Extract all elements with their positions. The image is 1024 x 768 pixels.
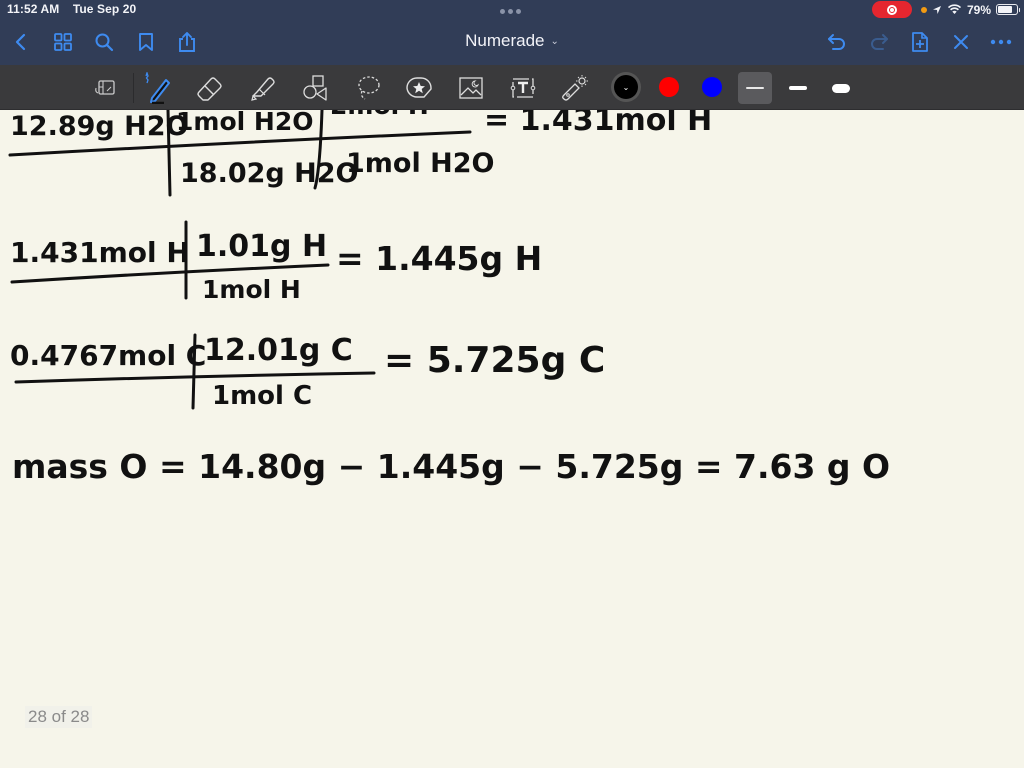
back-button[interactable] bbox=[8, 29, 34, 55]
wifi-icon bbox=[947, 4, 962, 14]
stroke-width-thin[interactable] bbox=[738, 72, 772, 104]
page-indicator: 28 of 28 bbox=[25, 706, 93, 728]
sticker-icon bbox=[406, 77, 432, 98]
text-box-icon bbox=[510, 78, 536, 98]
title-text: Numerade bbox=[465, 31, 545, 50]
toolbar-divider bbox=[133, 73, 134, 103]
handwritten-text: 0.4767mol C bbox=[10, 339, 206, 372]
share-icon bbox=[179, 32, 195, 52]
close-icon bbox=[954, 35, 968, 49]
stroke-width-medium[interactable] bbox=[781, 72, 815, 104]
laser-pointer-icon bbox=[562, 75, 588, 101]
image-icon bbox=[459, 77, 483, 99]
handwritten-text: 18.02g H2O bbox=[180, 158, 358, 189]
add-page-button[interactable] bbox=[907, 29, 933, 55]
handwritten-text: 2mol H bbox=[330, 110, 429, 120]
handwriting-layer: 12.89g H2O 1mol H2O 2mol H 18.02g H2O 1m… bbox=[8, 110, 890, 486]
image-tool[interactable] bbox=[454, 71, 488, 105]
location-arrow-icon bbox=[932, 5, 941, 14]
handwritten-text: 1.431mol H bbox=[10, 236, 190, 269]
highlighter-icon bbox=[251, 77, 275, 101]
redo-icon bbox=[871, 34, 888, 50]
handwritten-text: 12.89g H2O bbox=[10, 111, 188, 142]
date: Tue Sep 20 bbox=[72, 2, 137, 16]
handwritten-text: 12.01g C bbox=[204, 333, 353, 368]
screen-record-icon[interactable] bbox=[871, 1, 912, 18]
eraser-tool[interactable] bbox=[193, 71, 227, 105]
color-swatch-blue[interactable] bbox=[702, 77, 722, 97]
shapes-tool[interactable] bbox=[298, 71, 332, 105]
pen-tool[interactable] bbox=[140, 71, 174, 105]
multitasking-handle[interactable] bbox=[500, 9, 521, 14]
status-indicators: 79% bbox=[871, 1, 1020, 18]
handwritten-text: = 5.725g C bbox=[384, 340, 605, 381]
battery-icon bbox=[996, 4, 1020, 15]
battery-percent: 79% bbox=[966, 2, 991, 17]
handwritten-text: 1mol H2O bbox=[346, 148, 494, 179]
add-page-icon bbox=[912, 32, 928, 52]
read-mode-button[interactable] bbox=[88, 71, 122, 105]
text-box-tool[interactable] bbox=[506, 71, 540, 105]
pen-icon bbox=[145, 72, 170, 104]
shapes-icon bbox=[303, 75, 327, 101]
share-button[interactable] bbox=[174, 29, 200, 55]
drawing-toolbar: ⌄ bbox=[0, 65, 1024, 110]
chevron-down-icon: ⌄ bbox=[550, 36, 559, 47]
status-time: 11:52 AM Tue Sep 20 bbox=[7, 2, 146, 16]
location-dot-icon bbox=[920, 6, 927, 13]
sticker-tool[interactable] bbox=[402, 71, 436, 105]
bookmark-button[interactable] bbox=[133, 29, 159, 55]
stroke-width-thick[interactable] bbox=[824, 72, 858, 104]
color-swatch-red[interactable] bbox=[659, 77, 679, 97]
note-canvas[interactable]: 12.89g H2O 1mol H2O 2mol H 18.02g H2O 1m… bbox=[0, 110, 1024, 768]
clock: 11:52 AM bbox=[7, 2, 60, 16]
search-icon bbox=[95, 33, 114, 52]
chevron-down-icon: ⌄ bbox=[622, 82, 630, 92]
back-icon bbox=[15, 33, 26, 51]
color-swatch-black[interactable]: ⌄ bbox=[614, 75, 638, 99]
more-icon bbox=[990, 39, 1012, 45]
handwritten-text: 1.01g H bbox=[196, 229, 327, 264]
highlighter-tool[interactable] bbox=[246, 71, 280, 105]
handwritten-text: 1mol H2O bbox=[176, 110, 313, 136]
handwritten-text: = 1.431mol H bbox=[484, 110, 712, 138]
lasso-tool[interactable] bbox=[351, 71, 385, 105]
laser-pointer-tool[interactable] bbox=[558, 71, 592, 105]
handwritten-text: 1mol H bbox=[202, 275, 301, 304]
redo-button[interactable] bbox=[866, 29, 892, 55]
document-title-button[interactable]: Numerade ⌄ bbox=[465, 31, 559, 50]
undo-button[interactable] bbox=[824, 29, 850, 55]
handwritten-text: mass O = 14.80g − 1.445g − 5.725g = 7.63… bbox=[12, 447, 890, 486]
lasso-icon bbox=[358, 76, 380, 100]
bookmark-icon bbox=[139, 33, 153, 51]
read-mode-icon bbox=[95, 80, 115, 95]
close-button[interactable] bbox=[948, 29, 974, 55]
undo-icon bbox=[828, 34, 845, 50]
more-button[interactable] bbox=[988, 29, 1014, 55]
top-bar: 11:52 AM Tue Sep 20 79% Numerade ⌄ bbox=[0, 0, 1024, 65]
thumbnails-button[interactable] bbox=[50, 29, 76, 55]
eraser-icon bbox=[197, 77, 222, 101]
search-button[interactable] bbox=[91, 29, 117, 55]
handwritten-text: = 1.445g H bbox=[336, 239, 542, 278]
thumbnails-grid-icon bbox=[54, 33, 72, 51]
handwritten-text: 1mol C bbox=[212, 381, 312, 411]
